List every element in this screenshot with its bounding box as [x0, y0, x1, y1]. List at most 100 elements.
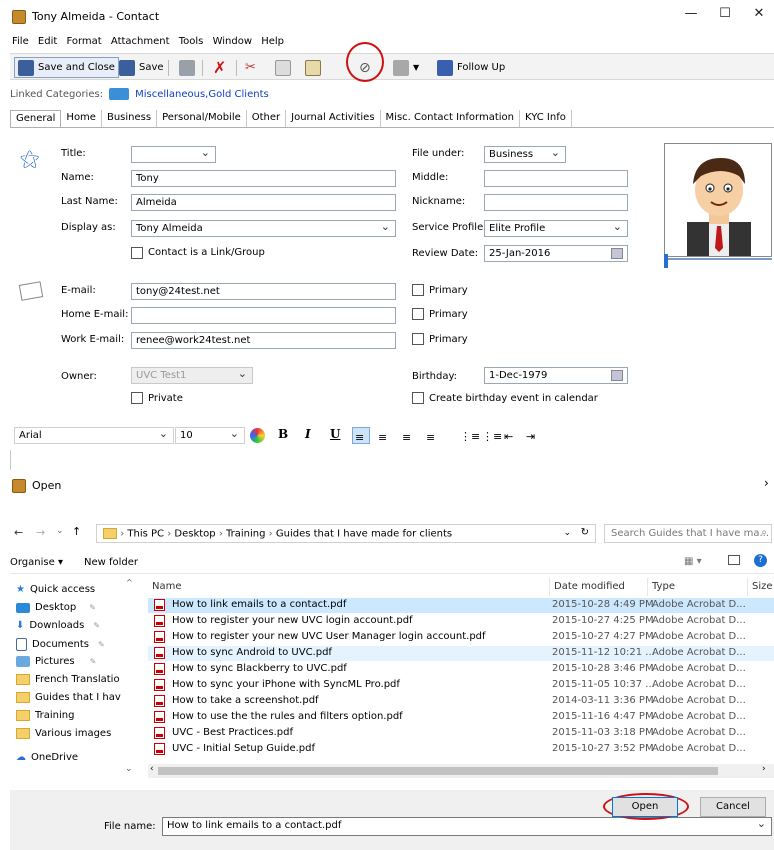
recent-dropdown-icon[interactable]: ⌄: [56, 526, 64, 536]
file-row[interactable]: How to sync Android to UVC.pdf 2015-11-12…: [148, 646, 774, 661]
underline-button[interactable]: U: [330, 427, 340, 441]
email-primary-checkbox[interactable]: [412, 284, 424, 296]
nav-downloads[interactable]: ⬇ Downloads ✎: [16, 620, 100, 631]
address-dropdown-icon[interactable]: ⌄: [563, 528, 571, 538]
increase-indent-icon[interactable]: ⇥: [526, 430, 535, 443]
numbered-list-icon[interactable]: ⋮≡: [460, 430, 480, 443]
align-right-icon[interactable]: ≡: [402, 431, 411, 444]
new-folder-button[interactable]: New folder: [84, 557, 138, 568]
file-row[interactable]: UVC - Initial Setup Guide.pdf 2015-10-27 …: [148, 742, 774, 757]
scroll-left-icon[interactable]: ‹: [150, 764, 154, 774]
file-row[interactable]: How to link emails to a contact.pdf 2015-…: [148, 598, 774, 613]
scroll-right-icon[interactable]: ›: [762, 764, 766, 774]
private-checkbox[interactable]: [131, 392, 143, 404]
nav-onedrive[interactable]: ☁ OneDrive: [16, 752, 78, 763]
nav-desktop[interactable]: Desktop ✎: [16, 602, 96, 613]
delete-button[interactable]: ✗: [210, 57, 229, 78]
file-under-select[interactable]: Business: [484, 146, 566, 163]
name-field[interactable]: Tony: [131, 170, 396, 187]
middle-field[interactable]: [484, 170, 628, 187]
menu-format[interactable]: Format: [66, 36, 101, 47]
tab-business[interactable]: Business: [102, 110, 158, 127]
tab-general[interactable]: General: [10, 110, 62, 127]
justify-icon[interactable]: ≡: [426, 431, 435, 444]
photo-slider-thumb[interactable]: [664, 254, 668, 268]
file-row[interactable]: How to sync your iPhone with SyncML Pro.…: [148, 678, 774, 693]
nav-guides[interactable]: Guides that I hav: [16, 692, 121, 703]
file-row[interactable]: How to sync Blackberry to UVC.pdf 2015-10…: [148, 662, 774, 677]
minimize-icon[interactable]: —: [676, 6, 706, 21]
breadcrumb-this-pc[interactable]: This PC: [127, 529, 164, 540]
horizontal-scrollbar[interactable]: ‹ ›: [148, 764, 774, 778]
owner-select[interactable]: UVC Test1: [131, 367, 253, 384]
calendar-icon[interactable]: [611, 248, 623, 259]
tab-personal-mobile[interactable]: Personal/Mobile: [157, 110, 247, 127]
breadcrumb-desktop[interactable]: Desktop: [174, 529, 215, 540]
nav-quick-access[interactable]: ★ Quick access: [16, 584, 95, 595]
birthday-field[interactable]: 1-Dec-1979: [484, 367, 628, 384]
color-palette-icon[interactable]: [250, 428, 265, 443]
bold-button[interactable]: B: [278, 427, 288, 441]
cancel-button[interactable]: Cancel: [700, 797, 766, 817]
attach-button[interactable]: ⊘: [356, 57, 374, 78]
nav-documents[interactable]: Documents ✎: [16, 638, 105, 651]
copy-button[interactable]: [272, 57, 294, 78]
column-name[interactable]: Name: [148, 578, 550, 596]
contact-photo[interactable]: [664, 143, 772, 257]
view-options-icon[interactable]: ▦ ▾: [684, 556, 702, 567]
paste-button[interactable]: [302, 57, 324, 78]
nav-training[interactable]: Training: [16, 710, 74, 721]
calendar-icon[interactable]: [611, 370, 623, 381]
menu-edit[interactable]: Edit: [38, 36, 57, 47]
align-center-icon[interactable]: ≡: [378, 431, 387, 444]
breadcrumb-guides[interactable]: Guides that I have made for clients: [276, 529, 452, 540]
cut-button[interactable]: ✂: [242, 57, 259, 78]
attach-options-button[interactable]: ▼: [390, 57, 422, 78]
maximize-icon[interactable]: ☐: [710, 6, 740, 21]
bulleted-list-icon[interactable]: ⋮≡: [482, 430, 502, 443]
work-email-field[interactable]: renee@work24test.net: [131, 332, 396, 349]
decrease-indent-icon[interactable]: ⇤: [504, 430, 513, 443]
help-icon[interactable]: ?: [754, 554, 767, 567]
birthday-event-checkbox[interactable]: [412, 392, 424, 404]
menu-attachment[interactable]: Attachment: [111, 36, 170, 47]
nav-pictures[interactable]: Pictures ✎: [16, 656, 96, 667]
scroll-down-icon[interactable]: ⌄: [125, 764, 133, 774]
nickname-field[interactable]: [484, 194, 628, 211]
tab-kyc-info[interactable]: KYC Info: [520, 110, 572, 127]
column-size[interactable]: Size: [748, 578, 774, 596]
forward-icon[interactable]: →: [36, 526, 45, 539]
column-type[interactable]: Type: [648, 578, 748, 596]
scroll-up-icon[interactable]: ^: [126, 578, 133, 587]
file-row[interactable]: How to register your new UVC login accou…: [148, 614, 774, 629]
tab-home[interactable]: Home: [61, 110, 102, 127]
save-button[interactable]: Save: [116, 57, 167, 78]
nav-various-images[interactable]: Various images: [16, 728, 111, 739]
up-icon[interactable]: ↑: [72, 525, 81, 538]
tab-journal-activities[interactable]: Journal Activities: [286, 110, 381, 127]
nav-french-translation[interactable]: French Translatio: [16, 674, 120, 685]
search-input[interactable]: Search Guides that I have ma... ⌕: [604, 524, 772, 543]
font-size-select[interactable]: 10: [175, 427, 245, 444]
italic-button[interactable]: I: [305, 427, 311, 441]
menu-help[interactable]: Help: [261, 36, 284, 47]
link-group-checkbox[interactable]: [131, 247, 143, 259]
email-field[interactable]: tony@24test.net: [131, 283, 396, 300]
open-button[interactable]: Open: [612, 797, 678, 817]
home-email-primary-checkbox[interactable]: [412, 308, 424, 320]
tab-misc-contact-information[interactable]: Misc. Contact Information: [381, 110, 520, 127]
font-select[interactable]: Arial: [14, 427, 174, 444]
scrollbar-thumb[interactable]: [158, 767, 718, 775]
preview-pane-icon[interactable]: [728, 555, 740, 565]
back-icon[interactable]: ←: [14, 526, 23, 539]
linked-categories-value[interactable]: Miscellaneous,Gold Clients: [135, 89, 269, 100]
service-profile-select[interactable]: Elite Profile: [484, 220, 628, 237]
review-date-field[interactable]: 25-Jan-2016: [484, 245, 628, 262]
last-name-field[interactable]: Almeida: [131, 194, 396, 211]
breadcrumb-training[interactable]: Training: [226, 529, 265, 540]
address-bar[interactable]: › This PC › Desktop › Training › Guides …: [96, 524, 596, 543]
close-icon[interactable]: ✕: [744, 6, 774, 21]
menu-window[interactable]: Window: [213, 36, 252, 47]
work-email-primary-checkbox[interactable]: [412, 333, 424, 345]
home-email-field[interactable]: [131, 307, 396, 324]
